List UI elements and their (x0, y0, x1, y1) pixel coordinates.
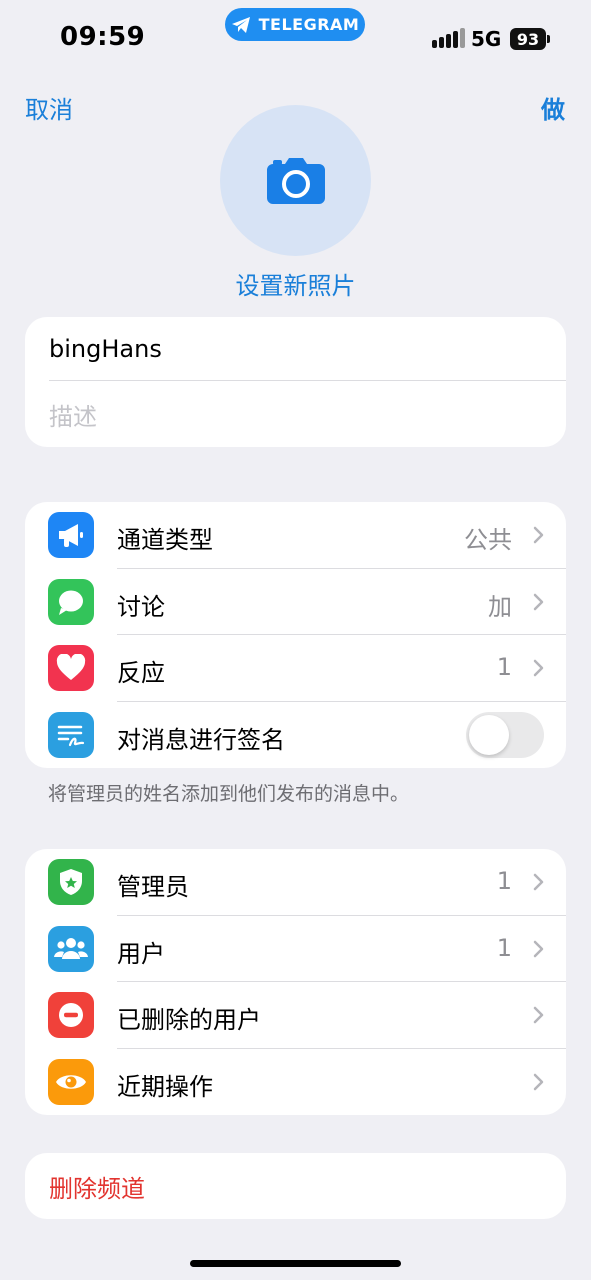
row-value: 1 (496, 933, 512, 962)
chat-bubble-icon (48, 578, 94, 625)
chevron-right-icon (533, 526, 544, 544)
discussion-row[interactable]: 讨论 加 (25, 569, 566, 635)
row-label: 通道类型 (117, 526, 213, 554)
chevron-right-icon (533, 593, 544, 610)
removed-users-row[interactable]: 已删除的用户 (25, 982, 566, 1049)
channel-info-card: bingHans 描述 (25, 317, 566, 447)
recent-actions-row[interactable]: 近期操作 (25, 1049, 566, 1116)
management-card: 管理员 1 用户 1 已删除的用户 近期操作 (25, 849, 566, 1115)
delete-channel-card: 删除频道 (25, 1153, 566, 1219)
sign-messages-row: 对消息进行签名 (25, 702, 566, 769)
chevron-right-icon (533, 659, 544, 677)
description-input[interactable]: 描述 (49, 397, 97, 432)
set-photo-button[interactable] (220, 105, 371, 256)
heart-icon (48, 645, 94, 691)
row-label: 已删除的用户 (117, 1006, 261, 1034)
admin-shield-icon (48, 859, 94, 905)
chevron-right-icon (533, 873, 544, 891)
channel-name-input[interactable]: bingHans (49, 335, 162, 363)
battery-icon: 93 (510, 28, 546, 50)
row-label: 近期操作 (117, 1072, 213, 1101)
telegram-pill[interactable]: TELEGRAM (225, 8, 365, 41)
toggle-knob (469, 714, 509, 755)
row-label: 对消息进行签名 (117, 725, 285, 754)
signal-icon (432, 28, 465, 48)
row-label: 讨论 (117, 592, 165, 621)
chevron-right-icon (533, 940, 544, 957)
cancel-button[interactable]: 取消 (25, 90, 73, 125)
row-label: 反应 (117, 659, 165, 687)
network-type: 5G (471, 27, 502, 51)
set-new-photo-link[interactable]: 设置新照片 (0, 266, 591, 301)
pill-label: TELEGRAM (258, 15, 360, 34)
done-button[interactable]: 做 (541, 90, 565, 125)
row-value: 1 (496, 653, 512, 681)
channel-type-row[interactable]: 通道类型 公共 (25, 502, 566, 569)
battery-tip (547, 35, 550, 43)
users-icon (48, 925, 94, 972)
row-value: 加 (488, 592, 512, 621)
row-value: 1 (496, 867, 512, 895)
row-label: 用户 (117, 939, 165, 968)
minus-circle-icon (48, 992, 94, 1038)
battery-level: 93 (516, 29, 540, 49)
chevron-right-icon (533, 1073, 544, 1090)
megaphone-icon (48, 512, 94, 558)
paper-plane-icon (231, 16, 250, 33)
chevron-right-icon (533, 1006, 544, 1024)
camera-icon (266, 157, 325, 204)
row-label: 管理员 (117, 873, 189, 901)
administrators-row[interactable]: 管理员 1 (25, 849, 566, 916)
sign-messages-toggle[interactable] (466, 711, 544, 758)
home-indicator (190, 1260, 401, 1267)
subscribers-row[interactable]: 用户 1 (25, 916, 566, 982)
status-time: 09:59 (60, 22, 146, 52)
channel-settings-card: 通道类型 公共 讨论 加 反应 1 对消息进行签名 (25, 502, 566, 768)
signature-icon (48, 711, 94, 758)
eye-icon (48, 1058, 94, 1105)
delete-channel-button[interactable]: 删除频道 (49, 1169, 145, 1204)
divider (49, 380, 566, 381)
reactions-row[interactable]: 反应 1 (25, 635, 566, 702)
sign-messages-footnote: 将管理员的姓名添加到他们发布的消息中。 (48, 783, 410, 805)
row-value: 公共 (464, 526, 512, 554)
